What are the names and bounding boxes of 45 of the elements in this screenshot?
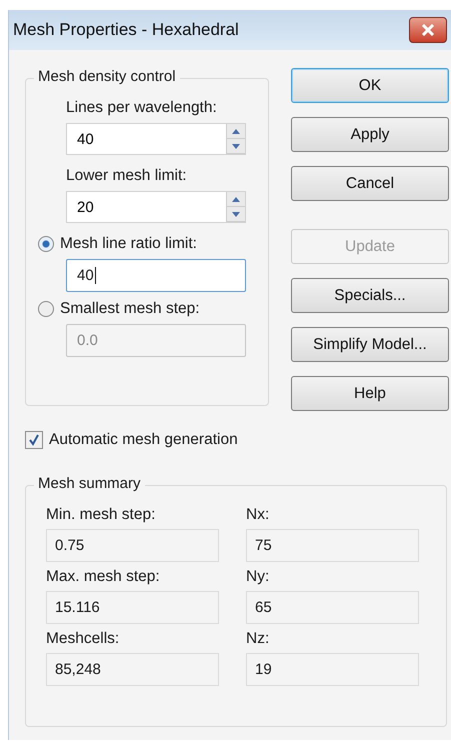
group-legend: Mesh density control [34, 68, 180, 85]
dialog-button[interactable]: OK [291, 68, 449, 103]
close-button[interactable] [409, 17, 447, 43]
up-arrow-icon [232, 128, 240, 134]
spin-up-button[interactable] [227, 192, 245, 207]
dialog-button[interactable]: Simplify Model... [291, 327, 449, 362]
group-legend: Mesh summary [34, 475, 145, 492]
field-label: Lower mesh limit: [66, 167, 188, 185]
field-label: Nx: [246, 506, 270, 524]
field-label: Nz: [246, 630, 270, 648]
readonly-field: 0.75 [46, 529, 219, 562]
down-arrow-icon [232, 144, 240, 148]
field-label: Max. mesh step: [46, 568, 161, 586]
readonly-field: 75 [246, 529, 419, 562]
field-label: Lines per wavelength: [66, 99, 218, 117]
field-label: Ny: [246, 568, 270, 586]
radio-label[interactable]: Smallest mesh step: [60, 300, 200, 318]
radio-button[interactable] [38, 301, 54, 317]
up-arrow-icon [232, 196, 240, 202]
field-label: Meshcells: [46, 630, 120, 648]
readonly-field: 65 [246, 591, 419, 624]
spin-box[interactable]: 40 [66, 123, 246, 155]
checkbox-label[interactable]: Automatic mesh generation [49, 431, 238, 449]
spin-down-button[interactable] [227, 139, 245, 154]
spin-down-button[interactable] [227, 207, 245, 222]
close-icon [421, 24, 435, 36]
dialog-button[interactable]: Cancel [291, 166, 449, 201]
readonly-field: 85,248 [46, 653, 219, 686]
checkbox[interactable] [25, 431, 43, 449]
radio-label[interactable]: Mesh line ratio limit: [60, 235, 197, 253]
dialog-button[interactable]: Specials... [291, 278, 449, 313]
readonly-field: 15.116 [46, 591, 219, 624]
readonly-field: 19 [246, 653, 419, 686]
dialog-button[interactable]: Apply [291, 117, 449, 152]
input-field[interactable]: 40 [66, 259, 246, 292]
spin-box[interactable]: 20 [66, 191, 246, 223]
spin-up-button[interactable] [227, 124, 245, 139]
window-title: Mesh Properties - Hexahedral [13, 20, 239, 40]
radio-button[interactable] [38, 236, 54, 252]
field-label: Min. mesh step: [46, 506, 156, 524]
spin-field[interactable]: 20 [67, 192, 226, 222]
down-arrow-icon [232, 212, 240, 216]
dialog-button[interactable]: Help [291, 376, 449, 411]
check-icon [28, 434, 40, 446]
spin-field[interactable]: 40 [67, 124, 226, 154]
